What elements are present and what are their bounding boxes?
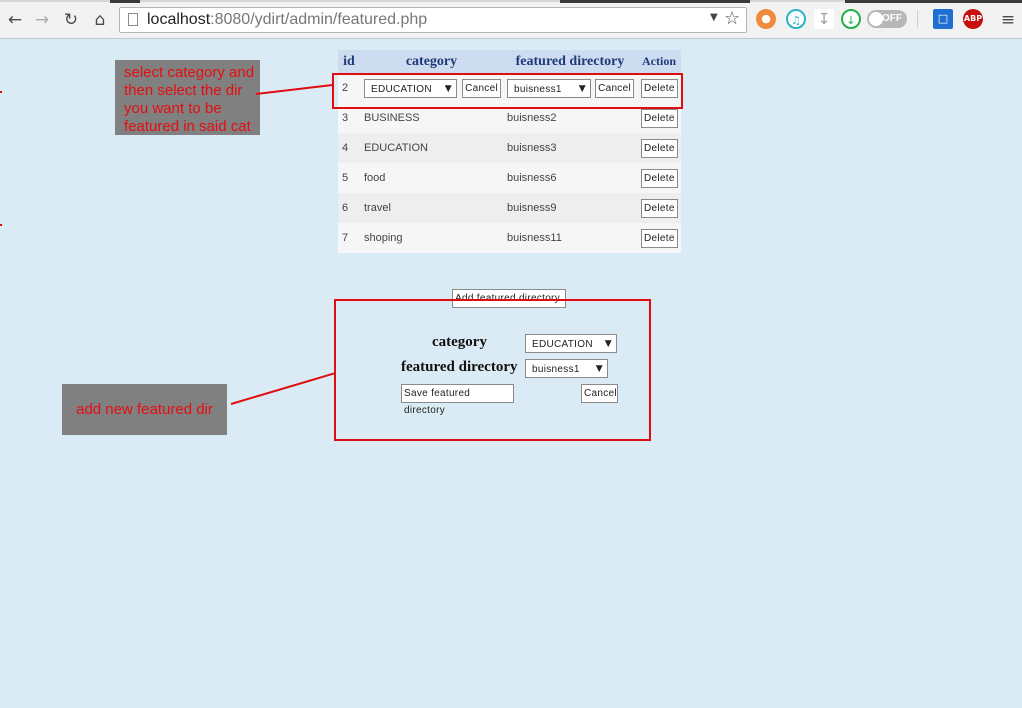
table-row: 6 travel buisness9 Delete: [338, 193, 681, 223]
table-row: 7 shoping buisness11 Delete: [338, 223, 681, 253]
chevron-down-icon: ▼: [604, 339, 612, 349]
delete-button[interactable]: Delete: [641, 168, 678, 188]
headphones-extension-icon[interactable]: ♫: [786, 9, 806, 29]
tab-stub: [110, 0, 140, 3]
row-category: EDUCATION: [360, 133, 503, 163]
down-arrow-extension-icon[interactable]: ↓: [841, 9, 861, 29]
forward-icon[interactable]: →: [32, 10, 52, 30]
header-id: id: [338, 50, 360, 73]
menu-icon[interactable]: ≡: [998, 10, 1018, 30]
tab-stub: [845, 0, 1022, 3]
row-id: 6: [338, 193, 360, 223]
row-action-cell: Delete: [637, 163, 681, 193]
tab-stub: [560, 0, 750, 3]
edge-mark: [0, 224, 2, 226]
address-bar[interactable]: localhost:8080/ydirt/admin/featured.php …: [119, 7, 747, 33]
table-header-row: id category featured directory Action: [338, 50, 681, 73]
delete-button[interactable]: Delete: [641, 138, 678, 158]
download-extension-icon[interactable]: ↧: [814, 9, 834, 29]
edge-mark: [0, 91, 2, 93]
row-category: shoping: [360, 223, 503, 253]
new-category-select[interactable]: EDUCATION ▼: [525, 334, 617, 353]
toolbar-separator: [917, 10, 918, 28]
delete-button[interactable]: Delete: [641, 228, 678, 248]
window-extension-icon[interactable]: □: [933, 9, 953, 29]
home-icon[interactable]: ⌂: [90, 10, 110, 30]
chevron-down-icon: ▼: [595, 364, 603, 374]
row-action-cell: Delete: [637, 133, 681, 163]
category-label: category: [432, 334, 487, 350]
save-featured-directory-button[interactable]: Save featured directory: [401, 384, 514, 416]
adblock-icon[interactable]: ABP: [963, 9, 983, 29]
row-directory: buisness6: [503, 163, 637, 193]
add-form-cancel-button[interactable]: Cancel: [581, 384, 618, 403]
bookmark-star-icon[interactable]: ☆: [724, 8, 740, 29]
edit-row-highlight: [332, 73, 683, 109]
row-id: 5: [338, 163, 360, 193]
add-annotation-connector: [230, 372, 335, 405]
add-annotation-note: add new featured dir: [62, 384, 227, 435]
header-action: Action: [637, 50, 681, 73]
row-id: 7: [338, 223, 360, 253]
url-text: localhost:8080/ydirt/admin/featured.php: [147, 11, 428, 28]
row-category: travel: [360, 193, 503, 223]
row-action-cell: Delete: [637, 193, 681, 223]
row-directory: buisness9: [503, 193, 637, 223]
row-directory: buisness3: [503, 133, 637, 163]
delete-button[interactable]: Delete: [641, 198, 678, 218]
page-icon: [128, 13, 138, 26]
row-category: food: [360, 163, 503, 193]
browser-toolbar: ← → ↻ ⌂ localhost:8080/ydirt/admin/featu…: [0, 0, 1022, 39]
off-toggle[interactable]: OFF: [867, 10, 907, 28]
dropdown-icon[interactable]: ▼: [710, 12, 718, 23]
featured-directory-label: featured directory: [401, 359, 518, 375]
pacman-extension-icon[interactable]: ●: [756, 9, 776, 29]
reload-icon[interactable]: ↻: [61, 10, 81, 30]
row-action-cell: Delete: [637, 223, 681, 253]
table-row: 5 food buisness6 Delete: [338, 163, 681, 193]
new-directory-select[interactable]: buisness1 ▼: [525, 359, 608, 378]
header-category: category: [360, 50, 503, 73]
delete-button[interactable]: Delete: [641, 108, 678, 128]
row-id: 4: [338, 133, 360, 163]
back-icon[interactable]: ←: [5, 10, 25, 30]
edit-annotation-connector: [255, 84, 333, 95]
row-directory: buisness11: [503, 223, 637, 253]
edit-annotation-note: select category and then select the dir …: [115, 60, 260, 135]
table-row: 4 EDUCATION buisness3 Delete: [338, 133, 681, 163]
header-featured-directory: featured directory: [503, 50, 637, 73]
